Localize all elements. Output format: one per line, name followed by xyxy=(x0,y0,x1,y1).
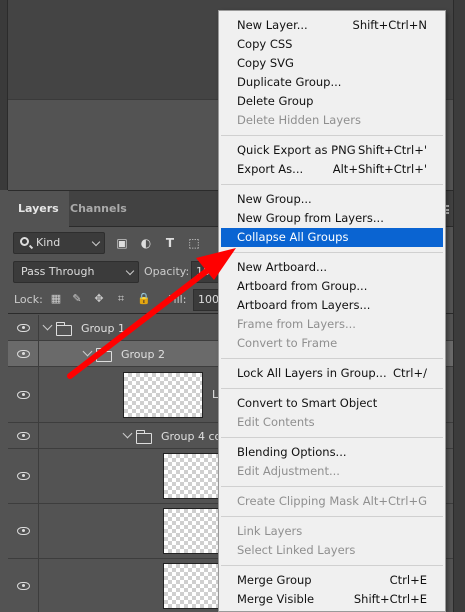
tab-channels[interactable]: Channels xyxy=(60,191,137,227)
menu-item-create-clipping-mask: Create Clipping Mask Alt+Ctrl+G xyxy=(237,494,427,508)
lock-artboard-icon[interactable]: ⌗ xyxy=(115,293,127,305)
visibility-cell[interactable] xyxy=(8,315,39,340)
menu-item-artboard-from-layers[interactable]: Artboard from Layers... xyxy=(221,296,443,315)
eye-icon[interactable] xyxy=(17,472,30,480)
menu-separator xyxy=(221,437,443,438)
photoshop-window: Layers Channels Kind ▣ ◐ T ⬚ Pass Throug… xyxy=(0,0,465,612)
chevron-down-icon xyxy=(91,237,101,247)
layer-name: Group 4 co xyxy=(161,430,222,443)
visibility-cell[interactable] xyxy=(8,504,39,558)
panel-scrollbar[interactable] xyxy=(453,0,465,612)
filter-kind-label: Kind xyxy=(36,236,61,249)
menu-item-edit-contents: Edit Contents xyxy=(237,415,315,429)
layer-name: Group 2 xyxy=(121,348,165,361)
menu-separator xyxy=(221,388,443,389)
menu-item-collapse-all-groups[interactable]: Collapse All Groups xyxy=(221,228,443,247)
menu-item-quick-export-png[interactable]: Quick Export as PNG Shift+Ctrl+' xyxy=(221,141,443,160)
menu-item-select-linked-layers: Select Linked Layers xyxy=(237,543,356,557)
opacity-label: Opacity: xyxy=(144,265,190,278)
menu-item-blending-options[interactable]: Blending Options... xyxy=(221,443,443,462)
folder-icon xyxy=(95,348,112,362)
eye-icon[interactable] xyxy=(17,350,30,358)
eye-icon[interactable] xyxy=(17,432,30,440)
eye-icon[interactable] xyxy=(17,527,30,535)
menu-separator xyxy=(221,252,443,253)
menu-separator xyxy=(221,516,443,517)
menu-item-new-artboard[interactable]: New Artboard... xyxy=(221,258,443,277)
folder-icon xyxy=(55,322,72,336)
menu-item-convert-to-frame: Convert to Frame xyxy=(237,336,338,350)
layer-context-menu: New Layer... Shift+Ctrl+N Copy CSS Copy S… xyxy=(218,10,446,612)
lock-image-icon[interactable]: ✎ xyxy=(71,293,83,305)
eye-icon[interactable] xyxy=(17,582,30,590)
menu-separator xyxy=(221,486,443,487)
chevron-down-icon[interactable] xyxy=(82,346,93,357)
lock-all-icon[interactable]: 🔒 xyxy=(137,293,151,305)
eye-icon[interactable] xyxy=(17,391,30,399)
menu-item-delete-group[interactable]: Delete Group xyxy=(221,92,443,111)
visibility-cell[interactable] xyxy=(8,449,39,503)
chevron-down-icon[interactable] xyxy=(42,320,53,331)
visibility-cell[interactable] xyxy=(8,367,39,422)
menu-item-delete-hidden-layers: Delete Hidden Layers xyxy=(237,113,361,127)
menu-item-new-group-from-layers[interactable]: New Group from Layers... xyxy=(221,209,443,228)
menu-separator xyxy=(221,358,443,359)
lock-transparent-icon[interactable]: ▦ xyxy=(50,293,62,305)
menu-item-new-layer[interactable]: New Layer... Shift+Ctrl+N xyxy=(221,16,443,35)
menu-item-new-group[interactable]: New Group... xyxy=(221,190,443,209)
menu-item-artboard-from-group[interactable]: Artboard from Group... xyxy=(221,277,443,296)
folder-icon xyxy=(135,430,152,444)
menu-separator xyxy=(221,184,443,185)
lock-position-icon[interactable]: ✥ xyxy=(93,293,105,305)
menu-item-edit-adjustment: Edit Adjustment... xyxy=(237,464,340,478)
search-icon xyxy=(20,237,29,246)
menu-item-convert-to-smart-object[interactable]: Convert to Smart Object xyxy=(221,394,443,413)
filter-kind-select[interactable]: Kind xyxy=(13,232,105,254)
visibility-cell[interactable] xyxy=(8,341,39,366)
chevron-down-icon[interactable] xyxy=(122,428,133,439)
menu-item-merge-group[interactable]: Merge Group Ctrl+E xyxy=(221,571,443,590)
visibility-cell[interactable] xyxy=(8,559,39,612)
adjustment-filter-icon[interactable]: ◐ xyxy=(139,236,153,250)
menu-item-lock-all-layers[interactable]: Lock All Layers in Group... Ctrl+/ xyxy=(221,364,443,383)
type-filter-icon[interactable]: T xyxy=(163,236,177,250)
menu-item-copy-svg[interactable]: Copy SVG xyxy=(221,54,443,73)
menu-item-export-as[interactable]: Export As... Alt+Shift+Ctrl+' xyxy=(221,160,443,179)
shape-filter-icon[interactable]: ⬚ xyxy=(187,236,201,250)
menu-item-duplicate-group[interactable]: Duplicate Group... xyxy=(221,73,443,92)
menu-separator xyxy=(221,565,443,566)
visibility-cell[interactable] xyxy=(8,423,39,448)
eye-icon[interactable] xyxy=(17,324,30,332)
menu-item-copy-css[interactable]: Copy CSS xyxy=(221,35,443,54)
image-filter-icon[interactable]: ▣ xyxy=(115,236,129,250)
blend-mode-select[interactable]: Pass Through xyxy=(13,261,139,283)
layer-thumbnail xyxy=(123,372,203,418)
left-toolbar-strip xyxy=(0,0,8,190)
menu-item-link-layers: Link Layers xyxy=(237,524,303,538)
blend-mode-value: Pass Through xyxy=(21,265,95,278)
menu-separator xyxy=(221,135,443,136)
fill-label: Fill: xyxy=(168,293,187,306)
menu-item-merge-visible[interactable]: Merge Visible Shift+Ctrl+E xyxy=(221,590,443,609)
lock-label: Lock: xyxy=(14,293,43,306)
layer-name: Group 1 xyxy=(81,322,125,335)
chevron-down-icon xyxy=(125,266,135,276)
menu-item-frame-from-layers: Frame from Layers... xyxy=(237,317,356,331)
